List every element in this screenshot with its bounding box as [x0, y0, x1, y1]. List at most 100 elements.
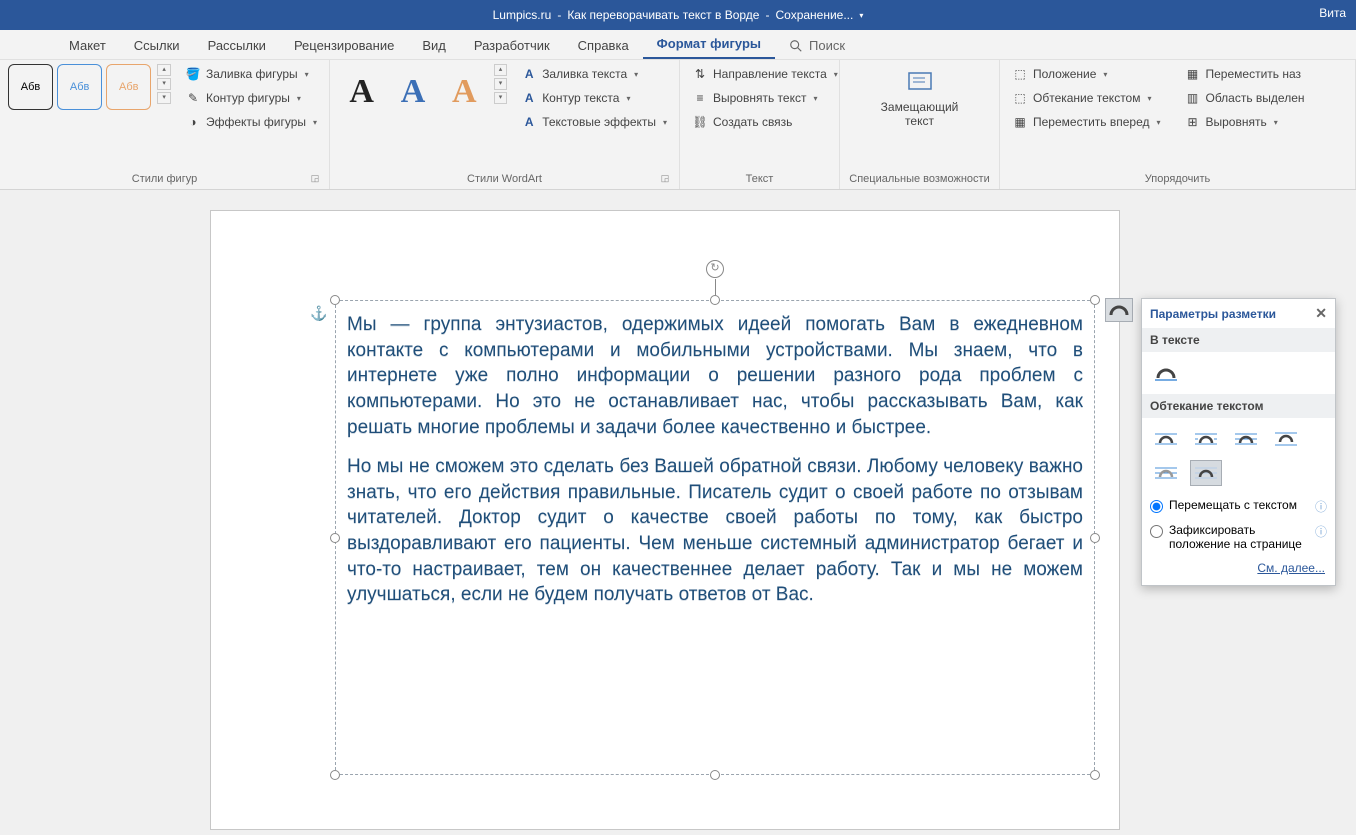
resize-se[interactable]: [1090, 770, 1100, 780]
backward-icon: ▦: [1185, 66, 1201, 82]
layout-options-badge[interactable]: [1105, 298, 1133, 322]
resize-sw[interactable]: [330, 770, 340, 780]
shape-style-3[interactable]: Абв: [106, 64, 151, 110]
position-button[interactable]: ⬚Положение▾: [1008, 64, 1165, 84]
selection-pane-button[interactable]: ▥Область выделен: [1181, 88, 1309, 108]
radio-fix[interactable]: [1150, 525, 1163, 538]
align-icon: ⊞: [1185, 114, 1201, 130]
wrap-behind[interactable]: [1150, 460, 1182, 486]
forward-icon: ▦: [1012, 114, 1028, 130]
tab-help[interactable]: Справка: [564, 32, 643, 59]
text-effects-icon: A: [521, 114, 537, 130]
tab-mailings[interactable]: Рассылки: [194, 32, 280, 59]
link-icon: ⛓: [692, 114, 708, 130]
info-fix-icon[interactable]: ⓘ: [1315, 523, 1327, 540]
wordart-style-1[interactable]: A: [338, 64, 385, 120]
see-more-link[interactable]: См. далее...: [1257, 561, 1325, 575]
layout-options-popup: Параметры разметки ✕ В тексте Обтекание …: [1141, 298, 1336, 586]
tab-developer[interactable]: Разработчик: [460, 32, 564, 59]
wrap-topbottom[interactable]: [1270, 426, 1302, 452]
title-site: Lumpics.ru: [493, 8, 552, 22]
radio-move[interactable]: [1150, 500, 1163, 513]
resize-e[interactable]: [1090, 533, 1100, 543]
shape-outline-button[interactable]: ✎Контур фигуры▾: [181, 88, 321, 108]
tab-layout[interactable]: Макет: [55, 32, 120, 59]
wrap-text-button[interactable]: ⬚Обтекание текстом▾: [1008, 88, 1165, 108]
resize-nw[interactable]: [330, 295, 340, 305]
tab-review[interactable]: Рецензирование: [280, 32, 408, 59]
wrap-infront[interactable]: [1190, 460, 1222, 486]
resize-ne[interactable]: [1090, 295, 1100, 305]
arch-icon: [1108, 302, 1130, 318]
ribbon-tabs: Макет Ссылки Рассылки Рецензирование Вид…: [0, 30, 1356, 60]
send-backward-button[interactable]: ▦Переместить наз: [1181, 64, 1309, 84]
shape-style-2[interactable]: Абв: [57, 64, 102, 110]
alt-text-button[interactable]: Замещающий текст: [880, 64, 960, 132]
wordart-dialog[interactable]: ◲: [659, 173, 671, 185]
resize-s[interactable]: [710, 770, 720, 780]
info-move-icon[interactable]: ⓘ: [1315, 498, 1327, 515]
align-button[interactable]: ⊞Выровнять▾: [1181, 112, 1309, 132]
shape-style-1[interactable]: Абв: [8, 64, 53, 110]
user-name[interactable]: Вита: [1319, 6, 1346, 20]
text-fill-icon: A: [521, 66, 537, 82]
textbox-content[interactable]: Мы — группа энтузиастов, одержимых идеей…: [347, 312, 1083, 763]
wrap-inline[interactable]: [1150, 360, 1182, 386]
opt-move-with-text[interactable]: Перемещать с текстом ⓘ: [1142, 494, 1335, 519]
search-box[interactable]: Поиск: [775, 32, 859, 59]
bucket-icon: 🪣: [185, 66, 201, 82]
effects-icon: ◑: [185, 114, 201, 130]
selection-icon: ▥: [1185, 90, 1201, 106]
wordart-gallery-scroll[interactable]: ▴▾▾: [494, 64, 507, 104]
tab-view[interactable]: Вид: [408, 32, 460, 59]
title-status: Сохранение...: [775, 8, 853, 22]
position-icon: ⬚: [1012, 66, 1028, 82]
text-fill-button[interactable]: AЗаливка текста▾: [517, 64, 671, 84]
tab-references[interactable]: Ссылки: [120, 32, 194, 59]
wordart-style-3[interactable]: A: [441, 64, 488, 120]
text-outline-button[interactable]: AКонтур текста▾: [517, 88, 671, 108]
textbox-selected[interactable]: ↻ ⚓ Мы — группа энтузиастов, одержимых и…: [335, 300, 1095, 775]
group-text: Текст: [688, 171, 831, 187]
pen-icon: ✎: [185, 90, 201, 106]
title-dropdown-icon[interactable]: ▾: [859, 11, 863, 20]
anchor-icon[interactable]: ⚓: [310, 305, 327, 322]
group-accessibility: Специальные возможности: [848, 171, 991, 187]
align-text-icon: ≡: [692, 90, 708, 106]
shape-gallery-scroll[interactable]: ▴▾▾: [157, 64, 171, 104]
paragraph-2[interactable]: Но мы не сможем это сделать без Вашей об…: [347, 454, 1083, 608]
group-shape-styles: Стили фигур: [132, 173, 197, 185]
opt-fix-position[interactable]: Зафиксировать положение на странице ⓘ: [1142, 519, 1335, 555]
text-direction-button[interactable]: ⇅Направление текста▾: [688, 64, 842, 84]
popup-title: Параметры разметки: [1150, 307, 1276, 321]
paragraph-1[interactable]: Мы — группа энтузиастов, одержимых идеей…: [347, 312, 1083, 440]
group-arrange: Упорядочить: [1008, 171, 1347, 187]
group-wordart: Стили WordArt: [467, 173, 542, 185]
alt-text-icon: [906, 68, 934, 96]
resize-w[interactable]: [330, 533, 340, 543]
bring-forward-button[interactable]: ▦Переместить вперед▾: [1008, 112, 1165, 132]
shape-fill-button[interactable]: 🪣Заливка фигуры▾: [181, 64, 321, 84]
shape-effects-button[interactable]: ◑Эффекты фигуры▾: [181, 112, 321, 132]
section-wrap: Обтекание текстом: [1142, 394, 1335, 418]
ribbon: Абв Абв Абв ▴▾▾ 🪣Заливка фигуры▾ ✎Контур…: [0, 60, 1356, 190]
wordart-style-2[interactable]: A: [389, 64, 436, 120]
tab-shape-format[interactable]: Формат фигуры: [643, 30, 775, 59]
rotate-handle[interactable]: ↻: [706, 260, 724, 278]
create-link-button[interactable]: ⛓Создать связь: [688, 112, 842, 132]
text-direction-icon: ⇅: [692, 66, 708, 82]
wrap-icon: ⬚: [1012, 90, 1028, 106]
resize-n[interactable]: [710, 295, 720, 305]
section-inline: В тексте: [1142, 328, 1335, 352]
popup-close[interactable]: ✕: [1315, 305, 1327, 322]
wrap-tight[interactable]: [1190, 426, 1222, 452]
search-icon: [789, 39, 803, 53]
titlebar: Lumpics.ru - Как переворачивать текст в …: [0, 0, 1356, 30]
title-doc: Как переворачивать текст в Ворде: [567, 8, 759, 22]
text-effects-button[interactable]: AТекстовые эффекты▾: [517, 112, 671, 132]
shape-styles-dialog[interactable]: ◲: [309, 173, 321, 185]
wrap-square[interactable]: [1150, 426, 1182, 452]
text-outline-icon: A: [521, 90, 537, 106]
align-text-button[interactable]: ≡Выровнять текст▾: [688, 88, 842, 108]
wrap-through[interactable]: [1230, 426, 1262, 452]
